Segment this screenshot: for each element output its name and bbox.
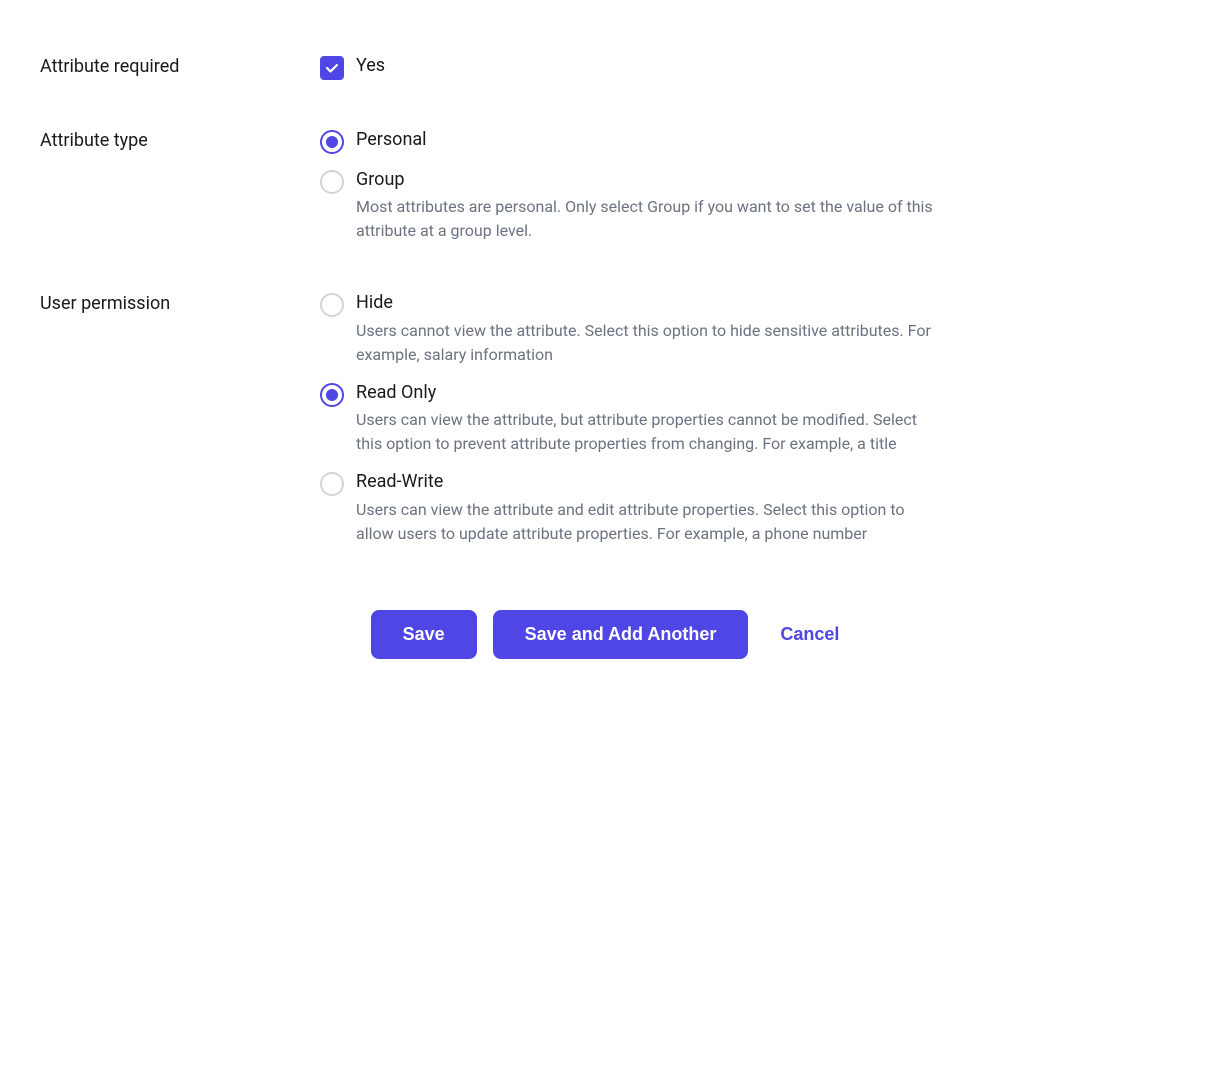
attribute-type-group-label: Group	[356, 168, 936, 191]
attribute-type-control: Personal Group Most attributes are perso…	[320, 128, 1186, 243]
attribute-type-personal-option[interactable]: Personal	[320, 128, 1186, 154]
attribute-type-group-option[interactable]: Group Most attributes are personal. Only…	[320, 168, 1186, 243]
user-permission-readwrite-description: Users can view the attribute and edit at…	[356, 498, 936, 546]
user-permission-readwrite-radio[interactable]	[320, 472, 344, 496]
attribute-type-personal-radio[interactable]	[320, 130, 344, 154]
user-permission-readonly-description: Users can view the attribute, but attrib…	[356, 408, 936, 456]
save-and-add-another-button[interactable]: Save and Add Another	[493, 610, 749, 659]
attribute-type-group-radio[interactable]	[320, 170, 344, 194]
user-permission-readonly-content: Read Only Users can view the attribute, …	[356, 381, 936, 456]
attribute-type-personal-label: Personal	[356, 128, 427, 151]
user-permission-label: User permission	[40, 291, 320, 314]
user-permission-readonly-label: Read Only	[356, 381, 936, 404]
user-permission-readwrite-option[interactable]: Read-Write Users can view the attribute …	[320, 470, 1186, 545]
attribute-required-label: Attribute required	[40, 54, 320, 77]
user-permission-readwrite-label: Read-Write	[356, 470, 936, 493]
user-permission-control: Hide Users cannot view the attribute. Se…	[320, 291, 1186, 545]
user-permission-hide-description: Users cannot view the attribute. Select …	[356, 319, 936, 367]
attribute-type-group-description: Most attributes are personal. Only selec…	[356, 195, 936, 243]
attribute-required-control: Yes	[320, 54, 1186, 80]
user-permission-hide-label: Hide	[356, 291, 936, 314]
save-button[interactable]: Save	[371, 610, 477, 659]
attribute-type-row: Attribute type Personal Group Most attri…	[40, 104, 1186, 267]
attribute-type-group-content: Group Most attributes are personal. Only…	[356, 168, 936, 243]
user-permission-hide-content: Hide Users cannot view the attribute. Se…	[356, 291, 936, 366]
attribute-required-row: Attribute required Yes	[40, 30, 1186, 104]
cancel-button[interactable]: Cancel	[764, 610, 855, 659]
attribute-type-personal-content: Personal	[356, 128, 427, 151]
user-permission-row: User permission Hide Users cannot view t…	[40, 267, 1186, 569]
footer: Save Save and Add Another Cancel	[40, 570, 1186, 679]
attribute-required-yes-label: Yes	[356, 54, 385, 77]
user-permission-readonly-option[interactable]: Read Only Users can view the attribute, …	[320, 381, 1186, 456]
attribute-required-yes-content: Yes	[356, 54, 385, 77]
user-permission-readonly-radio[interactable]	[320, 383, 344, 407]
user-permission-hide-radio[interactable]	[320, 293, 344, 317]
checkmark-icon	[325, 61, 339, 75]
attribute-required-yes-option[interactable]: Yes	[320, 54, 1186, 80]
user-permission-hide-option[interactable]: Hide Users cannot view the attribute. Se…	[320, 291, 1186, 366]
attribute-type-label: Attribute type	[40, 128, 320, 151]
user-permission-readwrite-content: Read-Write Users can view the attribute …	[356, 470, 936, 545]
attribute-required-yes-checkbox[interactable]	[320, 56, 344, 80]
